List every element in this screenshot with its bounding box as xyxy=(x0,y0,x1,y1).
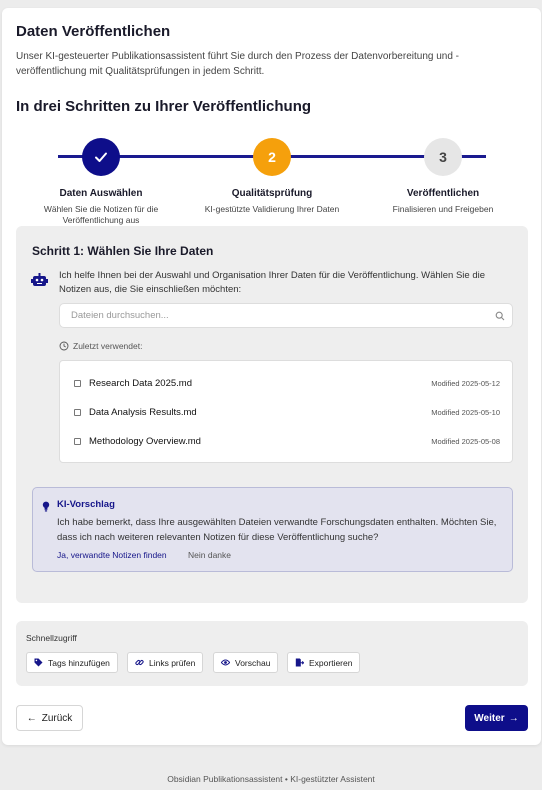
intro-text: Unser KI-gesteuerter Publikationsassiste… xyxy=(16,51,460,77)
file-modified: Modified 2025-05-08 xyxy=(431,436,500,446)
file-checkbox[interactable] xyxy=(74,408,81,416)
arrow-left-icon: ← xyxy=(26,712,37,724)
search-input[interactable] xyxy=(60,304,480,327)
file-row[interactable]: Research Data 2025.md Modified 2025-05-1… xyxy=(74,375,500,391)
step-3-title: Veröffentlichen xyxy=(406,188,480,199)
export-icon xyxy=(295,658,304,667)
check-links-label: Links prüfen xyxy=(149,657,196,668)
ai-suggestion: KI-Vorschlag Ich habe bemerkt, dass Ihre… xyxy=(32,487,513,572)
file-row[interactable]: Methodology Overview.md Modified 2025-05… xyxy=(74,433,500,449)
file-modified: Modified 2025-05-10 xyxy=(431,407,500,417)
link-icon xyxy=(135,659,144,666)
file-checkbox[interactable] xyxy=(74,437,81,445)
lightbulb-icon xyxy=(42,501,50,512)
back-button[interactable]: ← Zurück xyxy=(16,705,83,731)
decline-button[interactable]: Nein danke xyxy=(188,550,231,560)
check-icon xyxy=(95,152,107,162)
file-row[interactable]: Data Analysis Results.md Modified 2025-0… xyxy=(74,404,500,420)
next-button[interactable]: Weiter → xyxy=(465,705,528,731)
quick-access-title: Schnellzugriff xyxy=(26,633,77,643)
file-name: Data Analysis Results.md xyxy=(89,406,197,418)
panel-title: Schritt 1: Wählen Sie Ihre Daten xyxy=(32,244,214,258)
file-modified: Modified 2025-05-12 xyxy=(431,378,500,388)
steps-heading: In drei Schritten zu Ihrer Veröffentlich… xyxy=(16,98,312,115)
file-search xyxy=(59,303,513,328)
preview-button[interactable]: Vorschau xyxy=(213,652,279,673)
export-label: Exportieren xyxy=(309,657,353,668)
clock-icon xyxy=(59,341,69,351)
step-1-desc: Wählen Sie die Notizen für die Veröffent… xyxy=(43,204,159,225)
arrow-right-icon: → xyxy=(508,712,519,724)
add-tags-button[interactable]: Tags hinzufügen xyxy=(26,652,118,673)
step-1-circle xyxy=(82,138,120,176)
step-3-circle: 3 xyxy=(424,138,462,176)
check-links-button[interactable]: Links prüfen xyxy=(127,652,204,673)
ai-suggestion-text: Ich habe bemerkt, dass Ihre ausgewählten… xyxy=(57,517,497,543)
robot-icon xyxy=(31,273,48,286)
file-name: Research Data 2025.md xyxy=(89,377,192,389)
step-2-desc: KI-gestützte Validierung Ihrer Daten xyxy=(204,204,340,214)
ai-suggestion-title: KI-Vorschlag xyxy=(57,499,115,510)
step-2-circle: 2 xyxy=(253,138,291,176)
step-2-title: Qualitätsprüfung xyxy=(231,188,313,199)
search-icon xyxy=(495,311,505,321)
quick-access: Schnellzugriff Tags hinzufügen Links prü… xyxy=(16,621,528,686)
find-related-button[interactable]: Ja, verwandte Notizen finden xyxy=(57,550,167,560)
assistant-message: Ich helfe Ihnen bei der Auswahl und Orga… xyxy=(59,270,486,295)
file-checkbox[interactable] xyxy=(74,379,81,387)
tag-icon xyxy=(34,658,43,667)
next-label: Weiter xyxy=(474,712,505,724)
step-1-title: Daten Auswählen xyxy=(59,188,143,199)
publish-card: Daten Veröffentlichen Unser KI-gesteuert… xyxy=(2,8,541,745)
back-label: Zurück xyxy=(41,712,73,724)
file-list: Research Data 2025.md Modified 2025-05-1… xyxy=(59,360,513,463)
footer: Obsidian Publikationsassistent • KI-gest… xyxy=(167,774,375,784)
recent-label: Zuletzt verwendet: xyxy=(59,341,142,351)
add-tags-label: Tags hinzufügen xyxy=(48,657,110,668)
recent-label-text: Zuletzt verwendet: xyxy=(73,341,143,351)
step-3-desc: Finalisieren und Freigeben xyxy=(392,204,494,214)
eye-icon xyxy=(221,659,230,666)
page-title: Daten Veröffentlichen xyxy=(16,23,171,40)
export-button[interactable]: Exportieren xyxy=(287,652,361,673)
preview-label: Vorschau xyxy=(235,657,271,668)
file-name: Methodology Overview.md xyxy=(89,435,201,447)
step-panel: Schritt 1: Wählen Sie Ihre Daten Ich hel… xyxy=(16,226,528,603)
